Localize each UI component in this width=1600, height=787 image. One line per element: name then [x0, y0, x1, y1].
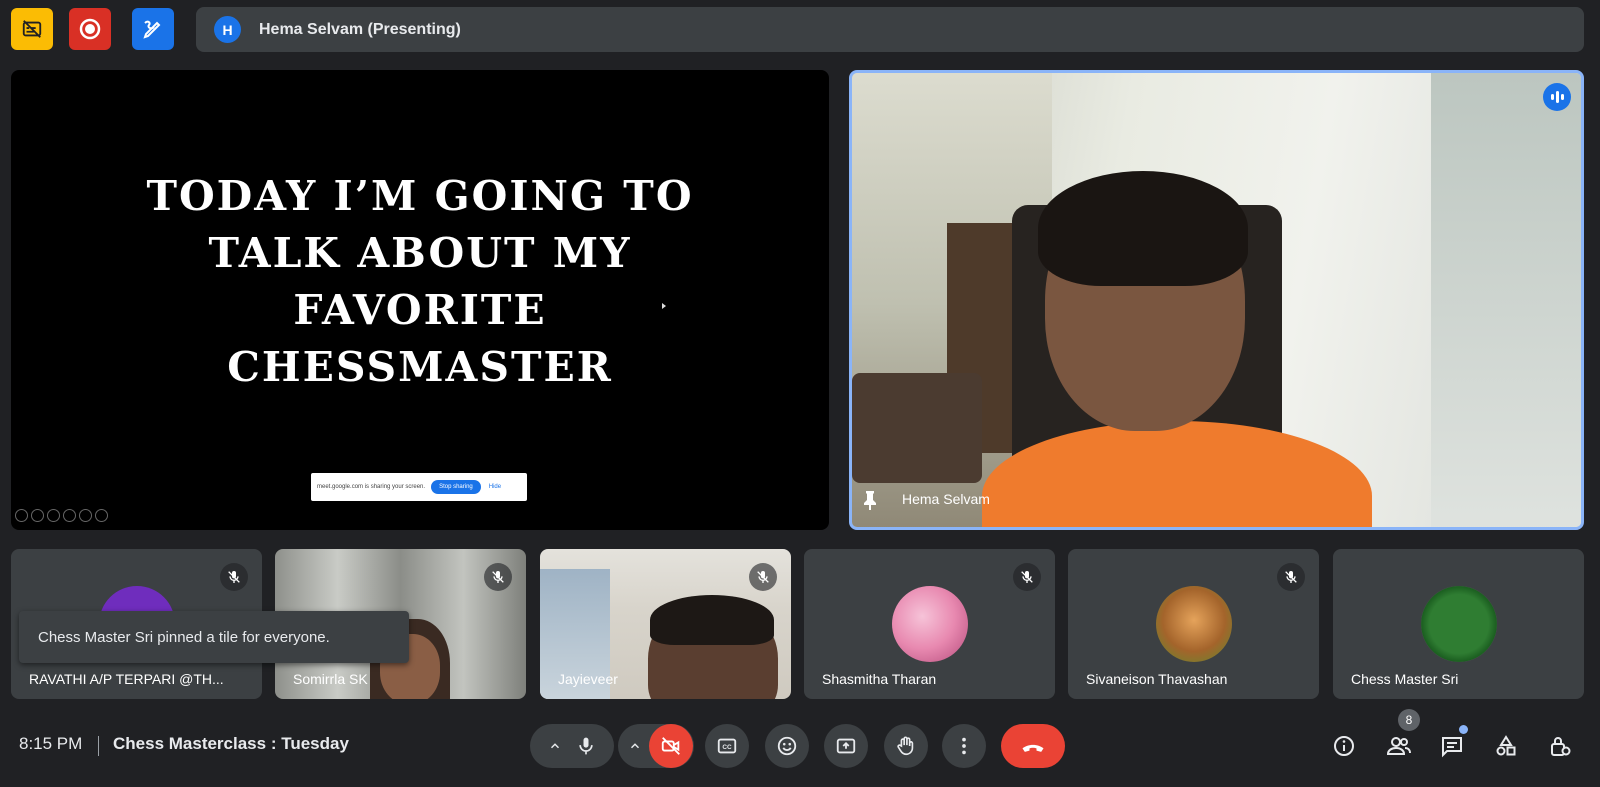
pin-icon[interactable] [861, 489, 879, 511]
participant-name: Shasmitha Tharan [822, 671, 937, 687]
more-options-button[interactable] [942, 724, 986, 768]
avatar [1156, 586, 1232, 662]
participant-name: Sivaneison Thavashan [1086, 671, 1228, 687]
participant-name: Somirrla SK [293, 671, 368, 687]
presentation-tile[interactable]: Today I’m going to talk about my favorit… [11, 70, 829, 530]
caption-off-icon [21, 18, 43, 40]
present-icon [835, 735, 857, 757]
slide-title: Today I’m going to talk about my favorit… [11, 168, 829, 396]
chat-button[interactable] [1436, 730, 1468, 762]
activities-icon [1494, 734, 1518, 758]
meeting-details-button[interactable] [1328, 730, 1360, 762]
video-person [650, 595, 774, 645]
participant-name: Jayieveer [558, 671, 618, 687]
presenting-label: Hema Selvam (Presenting) [259, 20, 461, 38]
video-person [1038, 171, 1248, 286]
divider [98, 736, 99, 756]
captions-off-button[interactable] [11, 8, 53, 50]
end-call-icon [1019, 732, 1047, 760]
clock: 8:15 PM [19, 734, 83, 753]
participant-tile[interactable]: Shasmitha Tharan [804, 549, 1055, 699]
host-controls-icon [1548, 734, 1572, 758]
hide-button[interactable]: Hide [489, 484, 501, 490]
slide-title-line: favorite [293, 286, 547, 334]
record-icon [78, 17, 102, 41]
people-count-badge: 8 [1398, 709, 1420, 731]
whiteboard-icon [141, 17, 165, 41]
camera-off-icon [660, 735, 682, 757]
people-icon [1386, 734, 1412, 758]
people-button[interactable] [1383, 730, 1415, 762]
chevron-up-icon[interactable] [548, 739, 562, 753]
meeting-title: Chess Masterclass : Tuesday [113, 734, 349, 753]
captions-icon: CC [716, 735, 738, 757]
raise-hand-icon [895, 735, 917, 757]
mic-off-icon [484, 563, 512, 591]
speaking-indicator-icon [1543, 83, 1571, 111]
mic-off-icon [1277, 563, 1305, 591]
avatar [892, 586, 968, 662]
activities-button[interactable] [1490, 730, 1522, 762]
pinned-notification: Chess Master Sri pinned a tile for every… [19, 611, 409, 663]
stop-sharing-button[interactable]: Stop sharing [431, 480, 481, 494]
raise-hand-button[interactable] [884, 724, 928, 768]
zoom-icon[interactable] [79, 509, 92, 522]
slide-controls [15, 509, 108, 522]
leave-call-button[interactable] [1001, 724, 1065, 768]
next-slide-icon[interactable] [31, 509, 44, 522]
more-options-icon[interactable] [95, 509, 108, 522]
recording-button[interactable] [69, 8, 111, 50]
slides-icon[interactable] [63, 509, 76, 522]
avatar [1421, 586, 1497, 662]
slide-title-line: talk about my [208, 229, 632, 277]
video-background [1431, 73, 1581, 527]
camera-toggle-button[interactable] [649, 724, 693, 768]
video-background [852, 373, 982, 483]
participant-tile[interactable]: Jayieveer [540, 549, 791, 699]
pen-icon[interactable] [47, 509, 60, 522]
share-message: meet.google.com is sharing your screen. [317, 484, 426, 490]
prev-slide-icon[interactable] [15, 509, 28, 522]
mic-off-icon [220, 563, 248, 591]
mouse-cursor [662, 303, 666, 309]
participant-name: Chess Master Sri [1351, 671, 1459, 687]
audio-controls[interactable] [530, 724, 614, 768]
chat-icon [1440, 734, 1464, 758]
screen-share-notice: meet.google.com is sharing your screen. … [311, 473, 527, 501]
mic-icon[interactable] [576, 736, 596, 756]
participant-tile[interactable]: Sivaneison Thavashan [1068, 549, 1319, 699]
whiteboard-button[interactable] [132, 8, 174, 50]
slide-title-line: Today I’m going to [146, 172, 694, 220]
presenter-avatar: H [214, 16, 241, 43]
pinned-speaker-tile[interactable]: Hema Selvam [849, 70, 1584, 530]
info-icon [1332, 734, 1356, 758]
mic-off-icon [749, 563, 777, 591]
speaker-name: Hema Selvam [902, 491, 990, 507]
svg-text:CC: CC [722, 744, 732, 751]
host-controls-button[interactable] [1544, 730, 1576, 762]
mic-off-icon [1013, 563, 1041, 591]
more-icon [953, 735, 975, 757]
slide-title-line: chessmaster [227, 343, 613, 391]
captions-button[interactable]: CC [705, 724, 749, 768]
emoji-icon [776, 735, 798, 757]
participant-tile[interactable]: Chess Master Sri [1333, 549, 1584, 699]
present-now-button[interactable] [824, 724, 868, 768]
presenting-bar[interactable]: H Hema Selvam (Presenting) [196, 7, 1584, 52]
chevron-up-icon[interactable] [628, 739, 642, 753]
participant-name: RAVATHI A/P TERPARI @TH... [29, 671, 224, 687]
reactions-button[interactable] [765, 724, 809, 768]
